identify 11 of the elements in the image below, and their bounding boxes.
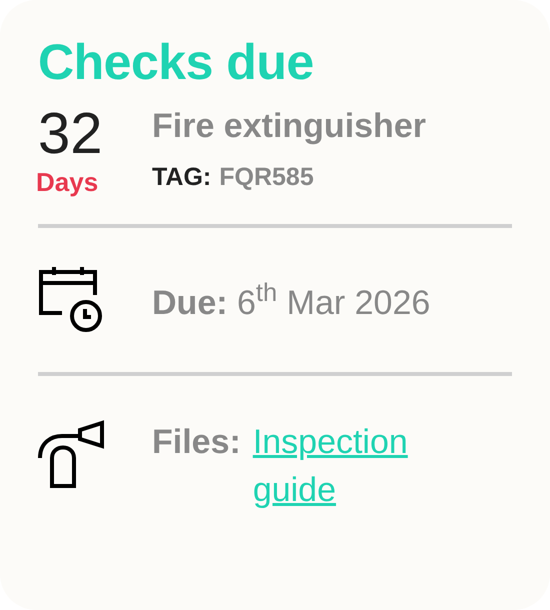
inspection-guide-link[interactable]: Inspection guide <box>252 418 463 514</box>
files-label: Files: <box>152 422 241 463</box>
countdown-unit: Days <box>36 166 98 198</box>
item-name: Fire extinguisher <box>152 106 426 147</box>
due-date: Due: 6$^{th}$ Mar 2026 <box>152 278 430 324</box>
tag-value: FQR585 <box>219 162 314 192</box>
tag-label: TAG: <box>152 162 212 192</box>
card-title: Checks due <box>38 33 315 92</box>
calendar-clock-icon <box>38 267 104 333</box>
fire-extinguisher-icon <box>38 420 104 488</box>
countdown-number: 32 <box>38 102 103 166</box>
